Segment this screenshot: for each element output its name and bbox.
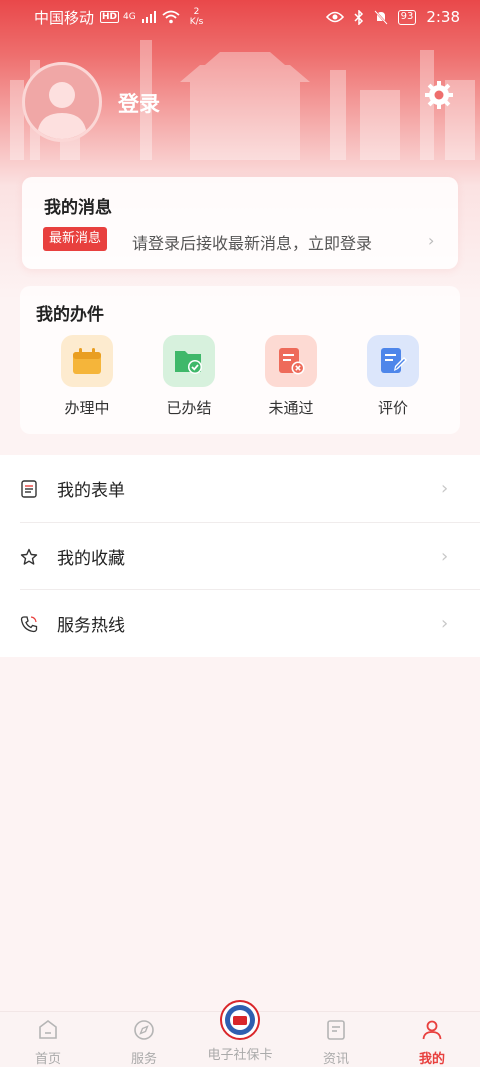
messages-card[interactable]: 我的消息 最新消息 请登录后接收最新消息，立即登录 › (22, 177, 458, 269)
nav-news[interactable]: 资讯 (288, 1012, 384, 1067)
nav-label: 资讯 (322, 1052, 349, 1067)
menu-item-hotline[interactable]: 服务热线 › (0, 590, 480, 657)
affair-label: 评价 (377, 399, 408, 417)
home-icon (39, 1020, 57, 1039)
network-type: 4G (123, 12, 136, 22)
bluetooth-icon (354, 9, 363, 25)
affair-evaluate[interactable]: 评价 (353, 335, 433, 418)
hd-badge: HD (100, 11, 120, 23)
nav-label: 首页 (34, 1052, 61, 1067)
affairs-title: 我的办件 (36, 305, 104, 325)
nav-label: 电子社保卡 (207, 1048, 273, 1063)
affair-label: 已办结 (166, 399, 212, 417)
bottom-navigation: 首页 服务 电子社保卡 资讯 我的 (0, 1000, 480, 1067)
menu-item-my-forms[interactable]: 我的表单 › (0, 455, 480, 522)
affair-label: 办理中 (64, 399, 110, 417)
menu-item-favorites[interactable]: 我的收藏 › (0, 523, 480, 590)
news-icon (327, 1020, 345, 1040)
clock: 2:38 (426, 8, 460, 26)
star-icon (20, 548, 38, 565)
menu-list: 我的表单 › 我的收藏 › 服务热线 › (0, 455, 480, 657)
nav-social-security-card[interactable]: 电子社保卡 (192, 1000, 288, 1067)
doc-reject-icon (279, 348, 305, 375)
user-icon (422, 1020, 442, 1040)
messages-title: 我的消息 (44, 198, 112, 218)
chevron-right-icon: › (441, 478, 449, 499)
avatar[interactable] (22, 62, 102, 142)
calendar-icon (73, 348, 101, 374)
my-affairs-card: 我的办件 办理中 已办结 未通过 评价 (20, 286, 460, 434)
form-icon (21, 479, 37, 498)
affair-rejected[interactable]: 未通过 (251, 335, 331, 418)
latest-message-badge: 最新消息 (43, 227, 108, 251)
chevron-right-icon: › (441, 613, 449, 634)
gear-icon[interactable] (424, 80, 454, 110)
compass-icon (134, 1020, 154, 1040)
affair-completed[interactable]: 已办结 (149, 335, 229, 418)
wifi-icon (162, 10, 180, 24)
nav-label: 我的 (418, 1052, 445, 1067)
social-security-card-icon (220, 1000, 260, 1040)
chevron-right-icon: › (428, 231, 435, 250)
eye-icon (325, 11, 344, 23)
menu-item-label: 服务热线 (57, 616, 125, 636)
affair-label: 未通过 (268, 399, 314, 417)
menu-item-label: 我的收藏 (57, 549, 125, 569)
user-silhouette-icon (37, 82, 87, 139)
chevron-right-icon: › (441, 546, 449, 567)
mute-bell-icon (373, 9, 388, 25)
affair-in-progress[interactable]: 办理中 (47, 335, 127, 418)
folder-check-icon (175, 351, 202, 374)
status-bar: 中国移动 HD 4G 2 K/s 93 2:38 (0, 0, 480, 34)
carrier-name: 中国移动 (34, 8, 95, 27)
doc-edit-icon (381, 348, 407, 373)
nav-label: 服务 (130, 1052, 157, 1067)
phone-icon (20, 615, 38, 632)
menu-item-label: 我的表单 (57, 481, 125, 501)
battery-indicator: 93 (397, 9, 417, 25)
nav-services[interactable]: 服务 (96, 1012, 192, 1067)
signal-icon (141, 11, 156, 23)
messages-prompt: 请登录后接收最新消息，立即登录 (132, 234, 373, 253)
login-link[interactable]: 登录 (118, 88, 160, 118)
nav-home[interactable]: 首页 (0, 1012, 96, 1067)
network-speed: 2 K/s (189, 7, 204, 27)
nav-mine[interactable]: 我的 (384, 1012, 480, 1067)
